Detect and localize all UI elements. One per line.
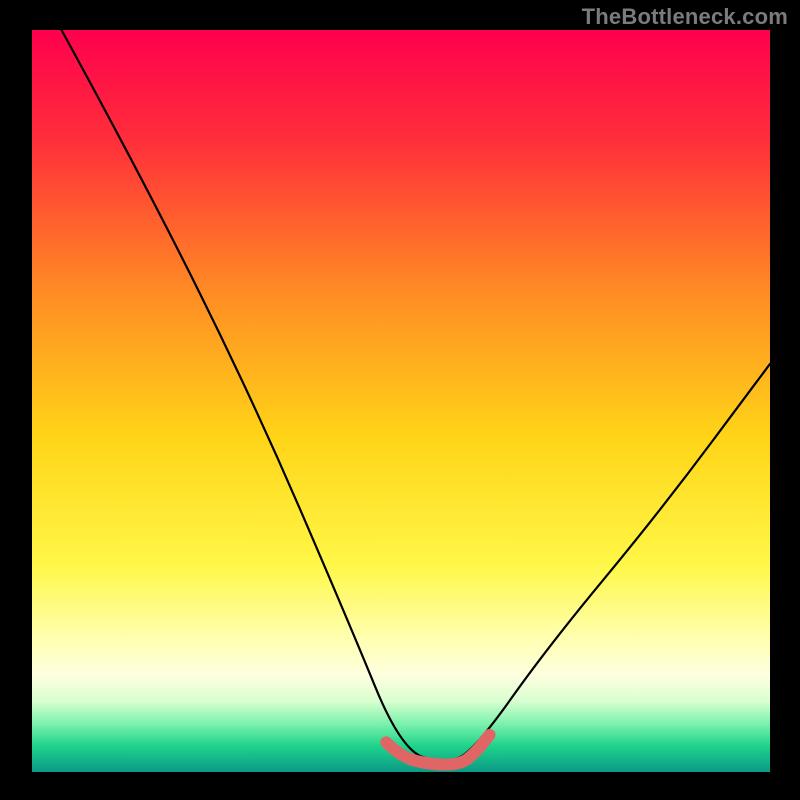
outer-frame: TheBottleneck.com <box>0 0 800 800</box>
plot-background-gradient <box>32 30 770 772</box>
bottleneck-chart <box>0 0 800 800</box>
